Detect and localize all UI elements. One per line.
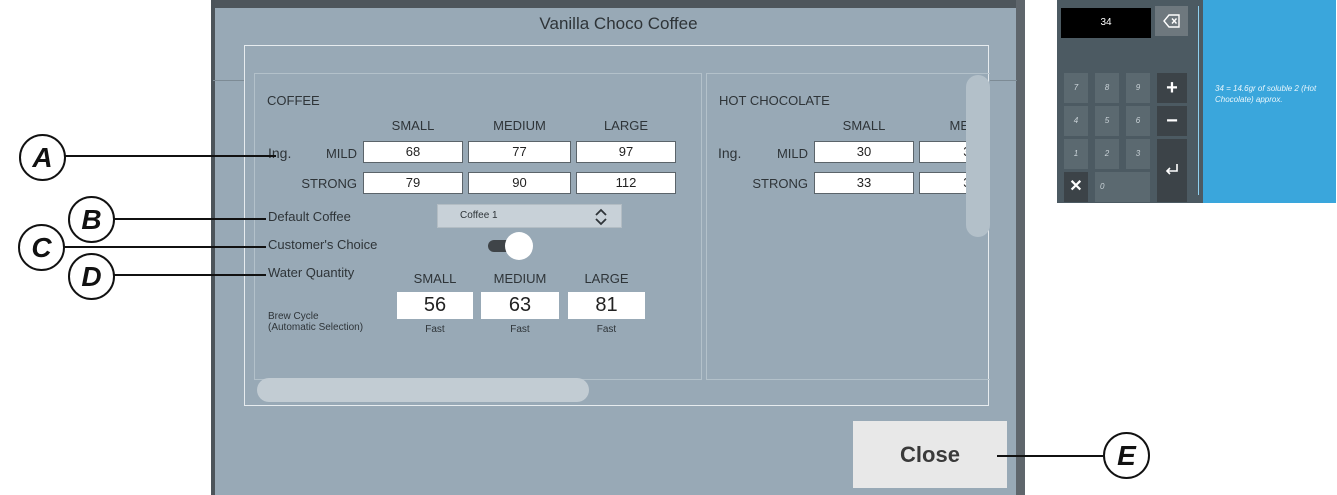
coffee-heading: COFFEE [267,93,320,108]
coffee-strong-label: STRONG [301,176,357,191]
coffee-strong-small-field[interactable]: 79 [363,172,463,194]
hc-strong-small-field[interactable]: 33 [814,172,914,194]
default-coffee-label: Default Coffee [268,209,351,224]
callout-e: E [1103,432,1150,479]
callout-b-line [114,218,266,220]
hc-mild-label: MILD [776,146,808,161]
updown-chevron-icon [595,208,607,226]
water-medium-field[interactable]: 63 [481,292,559,319]
keypad-display: 34 [1061,8,1151,38]
keypad-backspace-button[interactable] [1155,6,1188,36]
coffee-header-medium: MEDIUM [493,118,546,133]
callout-c-line [64,246,266,248]
callout-d-line [114,274,266,276]
coffee-mild-large-field[interactable]: 97 [576,141,676,163]
brew-speed-small: Fast [425,324,445,335]
close-button[interactable]: Close [853,421,1007,488]
water-large-field[interactable]: 81 [568,292,645,319]
key-4[interactable]: 4 [1064,106,1088,136]
hc-mild-small-field[interactable]: 30 [814,141,914,163]
key-7[interactable]: 7 [1064,73,1088,103]
dialog-right-edge [1016,0,1025,495]
hc-ing-label: Ing. [718,145,742,161]
key-8[interactable]: 8 [1095,73,1119,103]
water-header-medium: MEDIUM [493,271,547,286]
brew-speed-large: Fast [596,324,617,335]
dialog-top-edge [211,0,1025,8]
dialog-left-edge [211,0,215,495]
key-0[interactable]: 0 [1095,172,1150,202]
key-plus[interactable]: + [1157,73,1187,103]
coffee-mild-medium-field[interactable]: 77 [468,141,571,163]
water-small-field[interactable]: 56 [397,292,473,319]
enter-icon [1165,164,1178,175]
water-quantity-label: Water Quantity [268,265,355,280]
customers-choice-label: Customer's Choice [268,237,378,252]
toggle-knob[interactable] [505,232,533,260]
divider-left [213,80,245,81]
key-3[interactable]: 3 [1126,139,1150,169]
callout-c: C [18,224,65,271]
key-2[interactable]: 2 [1095,139,1119,169]
water-header-large: LARGE [584,271,629,286]
key-1[interactable]: 1 [1064,139,1088,169]
hot-chocolate-panel-viewport: HOT CHOCOLATE SMALL MEDIU Ing. MILD 30 3… [706,73,990,380]
key-9[interactable]: 9 [1126,73,1150,103]
brew-speed-medium: Fast [510,324,530,335]
key-5[interactable]: 5 [1095,106,1119,136]
callout-e-line [997,455,1103,457]
callout-d: D [68,253,115,300]
key-6[interactable]: 6 [1126,106,1150,136]
coffee-mild-label: MILD [325,146,357,161]
callout-a-line [64,155,276,157]
keypad-info-text: 34 = 14.6gr of soluble 2 (Hot Chocolate)… [1215,84,1317,104]
horizontal-scrollbar[interactable] [257,378,589,402]
backspace-icon [1163,14,1180,28]
keypad-info-divider [1198,6,1199,195]
divider-right [990,80,1017,81]
default-coffee-select[interactable]: Coffee 1 [437,204,622,228]
key-enter[interactable] [1157,139,1187,202]
vertical-scrollbar[interactable] [966,75,990,237]
callout-b: B [68,196,115,243]
callout-a: A [19,134,66,181]
dialog-title: Vanilla Choco Coffee [539,14,698,33]
key-minus[interactable]: − [1157,106,1187,136]
hc-header-small: SMALL [842,118,886,133]
coffee-header-large: LARGE [603,118,649,133]
key-cancel[interactable]: ✕ [1064,172,1088,202]
hot-chocolate-heading: HOT CHOCOLATE [719,93,830,108]
coffee-ing-label: Ing. [268,145,292,161]
coffee-mild-small-field[interactable]: 68 [363,141,463,163]
brew-cycle-label: Brew Cycle [268,311,319,322]
brew-cycle-sublabel: (Automatic Selection) [268,322,364,333]
coffee-strong-medium-field[interactable]: 90 [468,172,571,194]
default-coffee-value: Coffee 1 [460,210,498,221]
coffee-strong-large-field[interactable]: 112 [576,172,676,194]
water-header-small: SMALL [413,271,457,286]
coffee-header-small: SMALL [391,118,435,133]
hc-strong-label: STRONG [752,176,808,191]
